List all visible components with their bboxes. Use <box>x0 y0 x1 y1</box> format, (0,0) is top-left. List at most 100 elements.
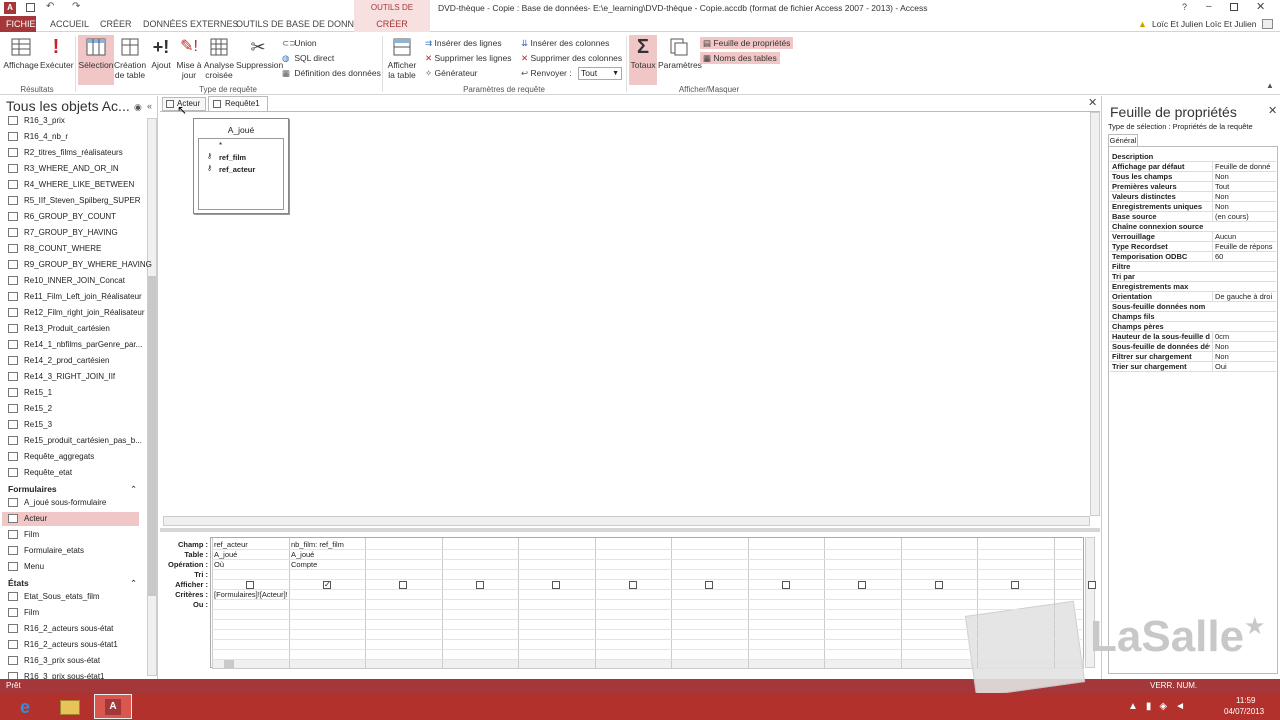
feuille-proprietes-button[interactable]: ▤ Feuille de propriétés <box>700 37 794 49</box>
suppression-button[interactable]: ✂ Suppression <box>236 36 283 70</box>
nav-collapse-icon[interactable]: « <box>147 101 152 111</box>
renvoyer-select[interactable]: Tout ▼ <box>578 67 622 80</box>
show-checkbox[interactable] <box>246 581 254 589</box>
show-checkbox[interactable] <box>1011 581 1019 589</box>
property-value[interactable]: Tout <box>1212 182 1276 192</box>
tray-icons[interactable]: ▲▮◈◄ <box>1128 701 1193 712</box>
property-row[interactable]: Filtre <box>1110 262 1276 272</box>
user-name[interactable]: Loïc Et Julien Loïc Et Julien <box>1152 19 1256 29</box>
nav-query-item[interactable]: Re10_INNER_JOIN_Concat <box>8 274 125 288</box>
show-checkbox[interactable] <box>705 581 713 589</box>
property-value[interactable]: Non <box>1212 192 1276 202</box>
nav-query-item[interactable]: R16_4_nb_r <box>8 130 68 144</box>
affichage-button[interactable]: Affichage <box>2 36 40 70</box>
nav-query-item[interactable]: Re14_2_prod_cartésien <box>8 354 109 368</box>
show-checkbox[interactable] <box>552 581 560 589</box>
nav-query-item[interactable]: Requête_aggregats <box>8 450 94 464</box>
inserer-colonnes-button[interactable]: ⇊ Insérer des colonnes <box>521 37 609 49</box>
definition-donnees-button[interactable]: ▦ Définition des données <box>282 67 381 79</box>
nav-query-item[interactable]: R3_WHERE_AND_OR_IN <box>8 162 119 176</box>
tab-donnees-externes[interactable]: DONNÉES EXTERNES <box>137 16 245 32</box>
tab-accueil[interactable]: ACCUEIL <box>44 16 95 32</box>
property-row[interactable]: Premières valeurs Tout <box>1110 182 1276 192</box>
inserer-lignes-button[interactable]: ⇉ Insérer des lignes <box>425 37 502 49</box>
nav-section-reports[interactable]: États ⌃ <box>8 578 137 588</box>
property-row[interactable]: Chaîne connexion source <box>1110 222 1276 232</box>
field-ref-acteur[interactable]: ref_acteur <box>219 165 255 174</box>
undo-icon[interactable]: ↶ <box>46 1 54 12</box>
property-row[interactable]: Enregistrements uniques Non <box>1110 202 1276 212</box>
tab-fichier[interactable]: FICHIER <box>0 16 42 32</box>
analyse-croisee-button[interactable]: Analyse croisée <box>202 36 236 80</box>
property-value[interactable]: De gauche à droi <box>1212 292 1276 302</box>
property-row[interactable]: Valeurs distinctes Non <box>1110 192 1276 202</box>
nav-form-item[interactable]: Film <box>8 528 39 542</box>
executer-button[interactable]: ! Exécuter <box>40 36 74 70</box>
nav-query-item[interactable]: Re13_Produit_cartésien <box>8 322 110 336</box>
close-doc-icon[interactable]: ✕ <box>1088 96 1097 109</box>
property-row[interactable]: Trier sur chargement Oui <box>1110 362 1276 372</box>
nav-query-item[interactable]: R16_3_prix <box>8 114 65 128</box>
props-close-icon[interactable]: ✕ <box>1268 104 1277 117</box>
collapse-ribbon-icon[interactable]: ▲ <box>1266 81 1274 90</box>
generateur-button[interactable]: ✧ Générateur <box>425 67 478 79</box>
nav-report-item[interactable]: R16_3_prix sous-état <box>8 654 100 668</box>
show-checkbox[interactable] <box>1088 581 1096 589</box>
nav-dropdown-icon[interactable]: ◉ <box>134 102 142 113</box>
nav-query-item[interactable]: Re14_3_RIGHT_JOIN_IIf <box>8 370 115 384</box>
close-window-button[interactable]: ✕ <box>1256 0 1265 13</box>
field-star[interactable]: * <box>219 141 222 150</box>
access-taskbar-icon[interactable]: A <box>94 694 132 719</box>
property-row[interactable]: Enregistrements max <box>1110 282 1276 292</box>
show-checkbox-checked[interactable]: ✓ <box>323 581 331 589</box>
nav-query-item[interactable]: Requête_etat <box>8 466 72 480</box>
property-value[interactable]: 60 <box>1212 252 1276 262</box>
totaux-button[interactable]: Σ Totaux <box>629 35 657 85</box>
property-row[interactable]: Tri par <box>1110 272 1276 282</box>
nav-form-item[interactable]: Acteur <box>2 512 139 526</box>
nav-query-item[interactable]: Re15_produit_cartésien_pas_b... <box>8 434 142 448</box>
property-value[interactable]: Feuille de répons <box>1212 242 1276 252</box>
property-value[interactable]: (en cours) <box>1212 212 1276 222</box>
supprimer-colonnes-button[interactable]: ✕ Supprimer des colonnes <box>521 52 622 64</box>
property-value[interactable]: Non <box>1212 352 1276 362</box>
union-button[interactable]: ⊂⊃ Union <box>282 37 317 49</box>
nav-query-item[interactable]: R7_GROUP_BY_HAVING <box>8 226 118 240</box>
nav-title[interactable]: Tous les objets Ac... <box>6 98 130 114</box>
show-checkbox[interactable] <box>782 581 790 589</box>
ajout-button[interactable]: +! Ajout <box>148 36 174 70</box>
property-row[interactable]: Champs pères <box>1110 322 1276 332</box>
supprimer-lignes-button[interactable]: ✕ Supprimer les lignes <box>425 52 512 64</box>
nav-scroll-thumb[interactable] <box>148 276 156 596</box>
nav-query-item[interactable]: Re15_3 <box>8 418 52 432</box>
nav-report-item[interactable]: Etat_Sous_etats_film <box>8 590 100 604</box>
property-value[interactable]: Non <box>1212 202 1276 212</box>
property-row[interactable]: Sous-feuille de données dév Non <box>1110 342 1276 352</box>
nav-query-item[interactable]: Re15_1 <box>8 386 52 400</box>
afficher-table-button[interactable]: Afficher la table <box>384 36 420 80</box>
property-row[interactable]: Verrouillage Aucun <box>1110 232 1276 242</box>
property-row[interactable]: Type Recordset Feuille de répons <box>1110 242 1276 252</box>
restore-button[interactable] <box>1230 3 1238 11</box>
property-value[interactable]: Non <box>1212 172 1276 182</box>
nav-report-item[interactable]: Film <box>8 606 39 620</box>
nav-query-item[interactable]: R6_GROUP_BY_COUNT <box>8 210 116 224</box>
property-row[interactable]: Base source (en cours) <box>1110 212 1276 222</box>
doc-tab-requete1[interactable]: Requête1 <box>208 96 268 111</box>
nav-query-item[interactable]: R5_IIf_Steven_Spilberg_SUPER <box>8 194 141 208</box>
nav-query-item[interactable]: R2_titres_films_réalisateurs <box>8 146 123 160</box>
nav-query-item[interactable]: R8_COUNT_WHERE <box>8 242 101 256</box>
help-icon[interactable]: ? <box>1182 2 1187 12</box>
property-row[interactable]: Affichage par défaut Feuille de donné <box>1110 162 1276 172</box>
ie-icon[interactable]: e <box>20 697 30 718</box>
upper-v-scrollbar[interactable] <box>1090 112 1100 516</box>
nav-query-item[interactable]: Re14_1_nbfilms_parGenre_par... <box>8 338 142 352</box>
mise-a-jour-button[interactable]: ✎! Mise à jour <box>176 36 202 80</box>
show-checkbox[interactable] <box>476 581 484 589</box>
property-value[interactable]: Feuille de donné <box>1212 162 1276 172</box>
property-value[interactable]: 0cm <box>1212 332 1276 342</box>
grid-h-thumb[interactable] <box>224 660 234 668</box>
nav-query-item[interactable]: R4_WHERE_LIKE_BETWEEN <box>8 178 134 192</box>
property-value[interactable]: Non <box>1212 342 1276 352</box>
redo-icon[interactable]: ↷ <box>72 1 80 12</box>
